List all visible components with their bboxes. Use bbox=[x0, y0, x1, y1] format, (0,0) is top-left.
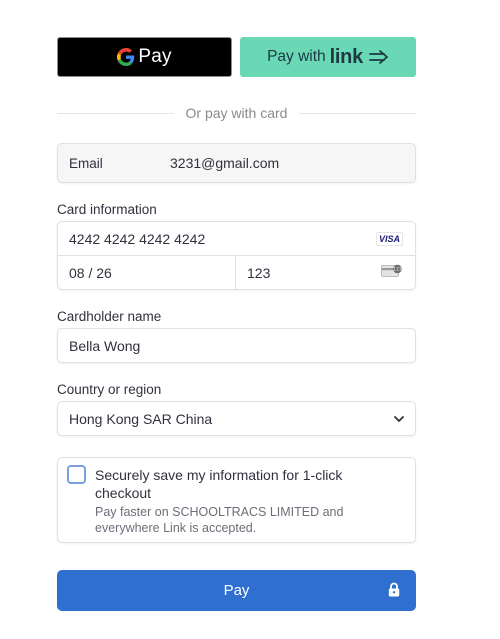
visa-icon: VISA bbox=[375, 232, 403, 246]
country-region-label: Country or region bbox=[57, 382, 162, 397]
cardholder-name-input[interactable]: Bella Wong bbox=[57, 328, 416, 363]
link-brand-text: link bbox=[329, 45, 364, 68]
or-pay-with-card-divider: Or pay with card bbox=[57, 103, 416, 123]
save-info-subtitle: Pay faster on SCHOOLTRACS LIMITED and ev… bbox=[95, 505, 344, 535]
card-number-input[interactable]: 4242 4242 4242 4242 VISA bbox=[58, 222, 415, 256]
svg-text:123: 123 bbox=[393, 267, 402, 273]
divider-line-left bbox=[57, 112, 174, 114]
email-value: 3231@gmail.com bbox=[170, 155, 280, 171]
divider-line-right bbox=[299, 112, 416, 114]
email-field[interactable]: Email 3231@gmail.com bbox=[57, 143, 416, 183]
cardholder-name-label: Cardholder name bbox=[57, 309, 162, 324]
card-back-cvc-icon: 123 bbox=[381, 264, 402, 277]
card-information-label: Card information bbox=[57, 202, 157, 217]
cvc-input[interactable]: 123 123 bbox=[236, 256, 415, 290]
cvc-value: 123 bbox=[247, 265, 271, 281]
card-information-group: 4242 4242 4242 4242 VISA 08 / 26 123 123 bbox=[57, 221, 416, 290]
expiry-value: 08 / 26 bbox=[69, 265, 112, 281]
save-info-title: Securely save my information for 1-click… bbox=[95, 467, 343, 501]
email-label: Email bbox=[69, 155, 103, 171]
link-pay-label: Pay with bbox=[267, 48, 326, 65]
divider-text: Or pay with card bbox=[185, 105, 288, 121]
expiry-input[interactable]: 08 / 26 bbox=[58, 256, 236, 290]
google-pay-button[interactable]: Pay bbox=[57, 37, 232, 77]
save-info-checkbox[interactable] bbox=[67, 465, 86, 484]
google-g-icon bbox=[117, 48, 135, 66]
pay-button-label: Pay bbox=[223, 582, 250, 599]
chevron-down-icon bbox=[394, 416, 404, 422]
google-pay-label: Pay bbox=[138, 46, 172, 67]
card-number-value: 4242 4242 4242 4242 bbox=[69, 231, 206, 247]
cardholder-name-value: Bella Wong bbox=[69, 338, 141, 354]
country-select[interactable]: Hong Kong SAR China bbox=[57, 401, 416, 436]
save-info-panel: Securely save my information for 1-click… bbox=[57, 457, 416, 543]
pay-with-link-button[interactable]: Pay with link bbox=[240, 37, 416, 77]
country-value: Hong Kong SAR China bbox=[69, 411, 213, 427]
lock-icon bbox=[388, 582, 400, 597]
pay-button[interactable]: Pay bbox=[57, 570, 416, 611]
double-arrow-right-icon bbox=[369, 50, 388, 64]
